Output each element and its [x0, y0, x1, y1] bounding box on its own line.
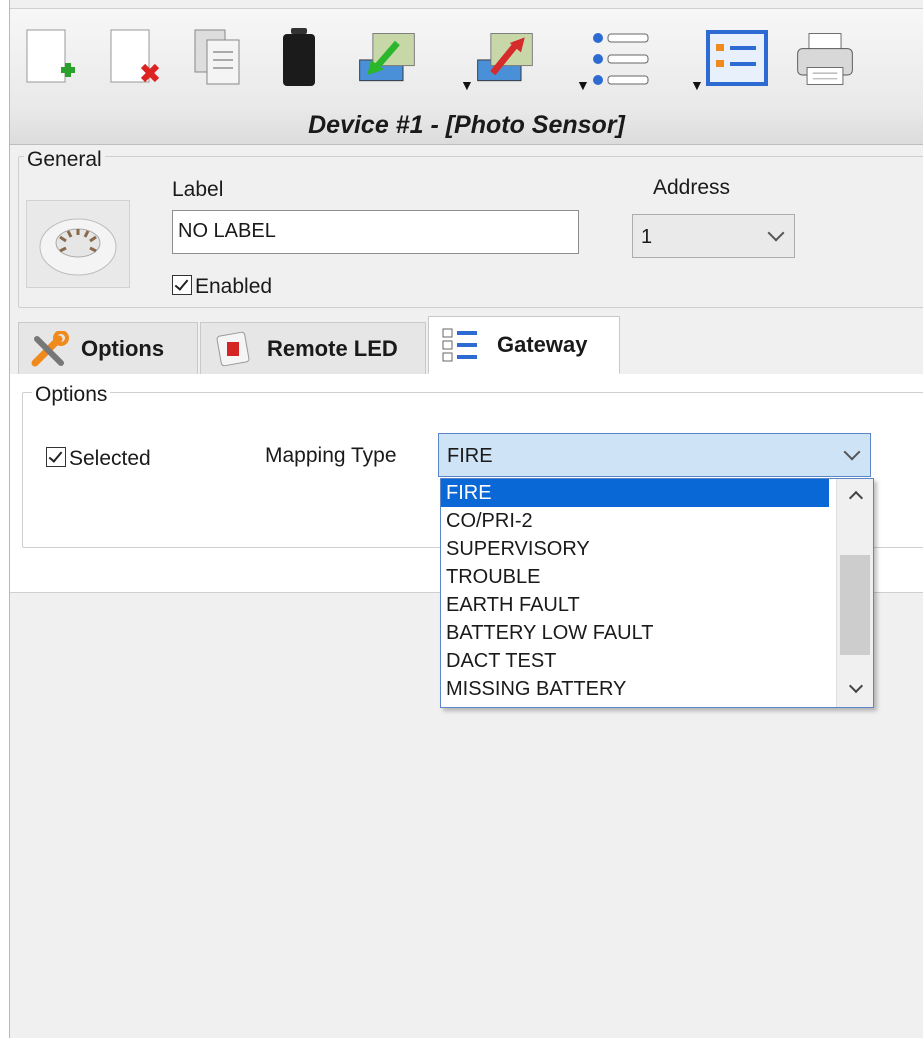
- selected-check-icon: [46, 447, 66, 467]
- battery-icon[interactable]: [270, 21, 336, 97]
- tab-options-label: Options: [81, 335, 165, 361]
- enabled-checkbox[interactable]: Enabled: [172, 275, 272, 299]
- tab-gateway[interactable]: Gateway: [428, 316, 620, 374]
- mapping-option-battery-low-fault[interactable]: BATTERY LOW FAULT: [441, 619, 829, 647]
- enabled-check-icon: [172, 275, 192, 295]
- export-icon[interactable]: [472, 21, 538, 97]
- listbox-scrollbar[interactable]: [836, 479, 873, 707]
- device-title: Device #1 - [Photo Sensor]: [10, 106, 923, 145]
- selected-checkbox[interactable]: Selected: [46, 447, 151, 471]
- mapping-option-trouble[interactable]: TROUBLE: [441, 563, 829, 591]
- smoke-detector-icon: [39, 218, 117, 276]
- tab-remote-led-label: Remote LED: [267, 335, 398, 361]
- device-image: [26, 200, 130, 288]
- tools-icon: [31, 330, 69, 366]
- mapping-type-label: Mapping Type: [265, 444, 397, 467]
- mapping-option-co-pri-2[interactable]: CO/PRI-2: [441, 507, 829, 535]
- label-input[interactable]: NO LABEL: [172, 210, 579, 254]
- toolbar: ▼ ▼ ▼: [10, 8, 923, 108]
- remote-led-icon: [216, 331, 250, 366]
- scroll-up-icon[interactable]: [848, 490, 864, 506]
- selected-label: Selected: [69, 447, 151, 470]
- label-caption: Label: [172, 178, 224, 201]
- mapping-option-supervisory[interactable]: SUPERVISORY: [441, 535, 829, 563]
- tab-remote-led[interactable]: Remote LED: [200, 322, 426, 374]
- list-dropdown-arrow[interactable]: ▼: [690, 77, 704, 93]
- copy-icon[interactable]: [186, 21, 252, 97]
- address-value: 1: [641, 226, 653, 248]
- print-icon[interactable]: [792, 21, 858, 97]
- mapping-type-value: FIRE: [447, 445, 493, 467]
- enabled-label: Enabled: [195, 275, 273, 298]
- mapping-type-listbox[interactable]: FIRE CO/PRI-2 SUPERVISORY TROUBLE EARTH …: [440, 478, 874, 708]
- mapping-option-dact-test[interactable]: DACT TEST: [441, 647, 829, 675]
- address-select[interactable]: 1: [632, 214, 795, 258]
- options-legend: Options: [32, 383, 111, 407]
- general-legend: General: [24, 148, 105, 172]
- tab-options[interactable]: Options: [18, 322, 198, 374]
- delete-device-icon[interactable]: [102, 21, 168, 97]
- tab-bar: Options Remote LED Gateway: [10, 316, 923, 375]
- list-icon[interactable]: [588, 21, 654, 97]
- new-device-icon[interactable]: [18, 21, 84, 97]
- mapping-option-earth-fault[interactable]: EARTH FAULT: [441, 591, 829, 619]
- scroll-thumb[interactable]: [840, 555, 870, 655]
- import-icon[interactable]: [354, 21, 420, 97]
- tab-gateway-label: Gateway: [497, 332, 588, 357]
- chevron-down-icon: [843, 443, 861, 461]
- chevron-down-icon: [767, 224, 785, 242]
- address-caption: Address: [653, 176, 731, 199]
- mapping-type-select[interactable]: FIRE: [438, 433, 871, 477]
- mapping-option-missing-battery[interactable]: MISSING BATTERY: [441, 675, 829, 703]
- checklist-icon: [442, 328, 477, 362]
- scroll-down-icon[interactable]: [848, 678, 864, 694]
- mapping-option-fire[interactable]: FIRE: [441, 479, 829, 507]
- form-view-icon[interactable]: [704, 21, 770, 97]
